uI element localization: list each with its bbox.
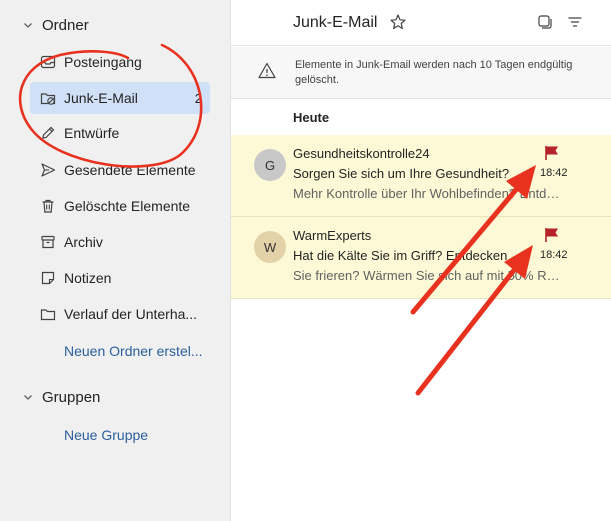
pencil-icon bbox=[38, 123, 58, 143]
chevron-down-icon bbox=[22, 391, 34, 403]
send-icon bbox=[38, 160, 58, 180]
message-list-pane: Junk-E-Mail Elemente in Junk-Email werde… bbox=[230, 0, 611, 521]
new-group-link[interactable]: Neue Gruppe bbox=[64, 427, 148, 443]
message-preview: Mehr Kontrolle über Ihr Wohlbefinden? En… bbox=[293, 186, 563, 201]
filter-icon[interactable] bbox=[567, 14, 583, 35]
favorite-star-icon[interactable] bbox=[389, 13, 407, 36]
message-row[interactable]: G Gesundheitskontrolle24 Sorgen Sie sich… bbox=[231, 135, 611, 217]
folder-item-conversation-history[interactable]: Verlauf der Unterha... bbox=[30, 298, 210, 330]
message-sender: Gesundheitskontrolle24 bbox=[293, 146, 430, 161]
flag-icon[interactable] bbox=[543, 144, 561, 167]
groups-header[interactable]: Gruppen bbox=[0, 382, 100, 412]
page-title: Junk-E-Mail bbox=[293, 14, 378, 31]
note-icon bbox=[38, 268, 58, 288]
folder-icon bbox=[38, 304, 58, 324]
message-subject: Hat die Kälte Sie im Griff? Entdecken bbox=[293, 248, 508, 263]
flag-icon[interactable] bbox=[543, 226, 561, 249]
folders-header[interactable]: Ordner bbox=[0, 10, 89, 40]
message-preview: Sie frieren? Wärmen Sie sich auf mit 50%… bbox=[293, 268, 563, 283]
folder-item-notes[interactable]: Notizen bbox=[30, 262, 210, 294]
new-folder-link[interactable]: Neuen Ordner erstel... bbox=[64, 343, 203, 359]
junk-retention-notice: Elemente in Junk-Email werden nach 10 Ta… bbox=[231, 47, 611, 99]
folder-label: Archiv bbox=[64, 234, 103, 250]
message-subject: Sorgen Sie sich um Ihre Gesundheit? bbox=[293, 166, 510, 181]
folder-label: Junk-E-Mail bbox=[64, 90, 138, 106]
folder-label: Posteingang bbox=[64, 54, 142, 70]
folder-label: Notizen bbox=[64, 270, 112, 286]
folder-item-junk[interactable]: Junk-E-Mail 2 bbox=[30, 82, 210, 114]
avatar: G bbox=[254, 149, 286, 181]
avatar: W bbox=[254, 231, 286, 263]
folder-label: Verlauf der Unterha... bbox=[64, 306, 198, 322]
inbox-icon bbox=[38, 52, 58, 72]
select-mode-icon[interactable] bbox=[537, 14, 553, 35]
message-time: 18:42 bbox=[540, 249, 568, 261]
folder-pane: Ordner Posteingang Junk-E-Mail 2 Entwürf… bbox=[0, 0, 222, 521]
trash-icon bbox=[38, 196, 58, 216]
date-group-header: Heute bbox=[293, 110, 330, 125]
chevron-down-icon bbox=[22, 19, 34, 31]
folder-label: Gesendete Elemente bbox=[64, 162, 196, 178]
folder-item-drafts[interactable]: Entwürfe bbox=[30, 117, 210, 149]
unread-count: 2 bbox=[194, 90, 202, 106]
warning-icon bbox=[257, 61, 277, 86]
folder-label: Entwürfe bbox=[64, 125, 120, 141]
archive-icon bbox=[38, 232, 58, 252]
folders-header-label: Ordner bbox=[42, 16, 89, 34]
list-header: Junk-E-Mail bbox=[231, 0, 611, 46]
folder-item-sent[interactable]: Gesendete Elemente bbox=[30, 154, 210, 186]
message-sender: WarmExperts bbox=[293, 228, 372, 243]
groups-header-label: Gruppen bbox=[42, 388, 101, 406]
folder-item-archive[interactable]: Archiv bbox=[30, 226, 210, 258]
message-row[interactable]: W WarmExperts Hat die Kälte Sie im Griff… bbox=[231, 217, 611, 299]
junk-icon bbox=[38, 88, 58, 108]
message-time: 18:42 bbox=[540, 167, 568, 179]
folder-label: Gelöschte Elemente bbox=[64, 198, 191, 214]
folder-item-inbox[interactable]: Posteingang bbox=[30, 46, 210, 78]
folder-item-deleted[interactable]: Gelöschte Elemente bbox=[30, 190, 210, 222]
notice-text: Elemente in Junk-Email werden nach 10 Ta… bbox=[295, 59, 573, 86]
